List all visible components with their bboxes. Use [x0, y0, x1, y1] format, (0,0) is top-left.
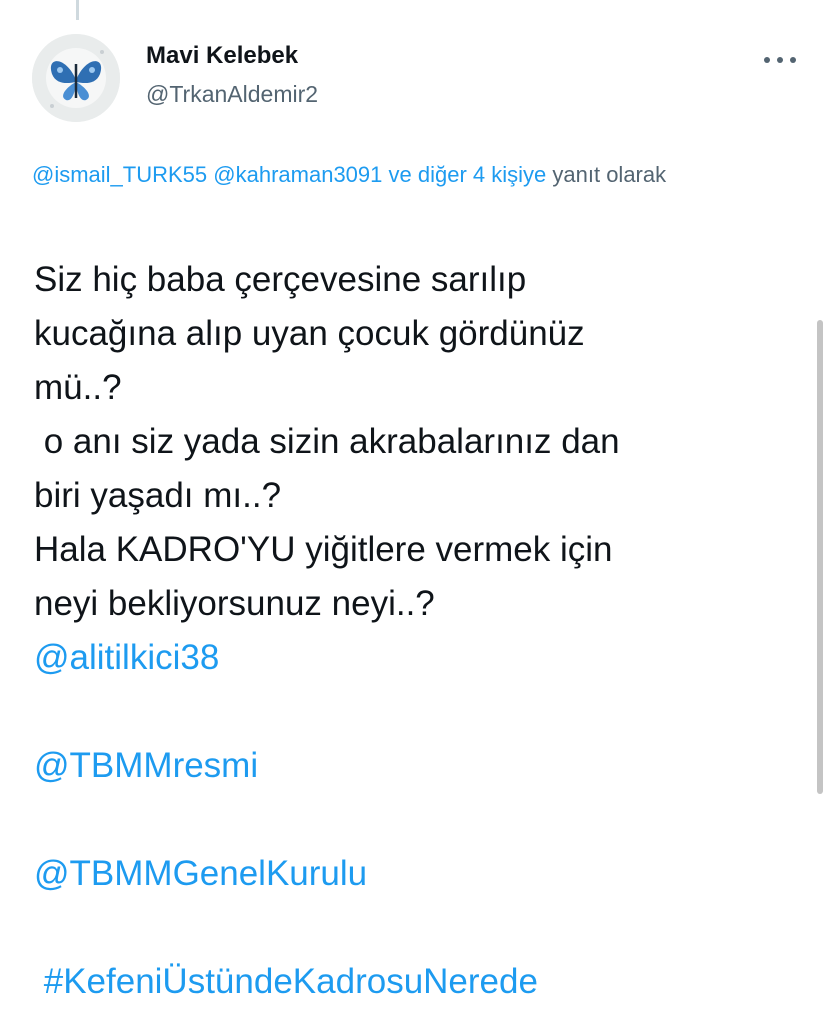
scrollbar[interactable]	[817, 320, 823, 794]
author-block: Mavi Kelebek @TrkanAldemir2	[146, 42, 318, 108]
tweet-line: Siz hiç baba çerçevesine sarılıp	[34, 260, 527, 299]
thread-connector-line	[76, 0, 79, 20]
hashtag-link[interactable]: #KefeniÜstündeKadrosuNerede	[34, 955, 814, 1009]
butterfly-icon	[32, 34, 120, 122]
tweet-line: neyi bekliyorsunuz neyi..?	[34, 584, 435, 623]
tweet-text: Siz hiç baba çerçevesine sarılıp kucağın…	[34, 253, 814, 1009]
tweet-line: o anı siz yada sizin akrabalarınız dan	[34, 422, 620, 461]
tweet-line: mü..?	[34, 368, 122, 407]
reply-mention-1[interactable]: @ismail_TURK55	[32, 162, 207, 187]
mention-link-tbmmgenelkurulu[interactable]: @TBMMGenelKurulu	[34, 847, 814, 901]
reply-mention-2[interactable]: @kahraman3091	[213, 162, 382, 187]
mention-link-tbmmresmi[interactable]: @TBMMresmi	[34, 739, 814, 793]
reply-others-link[interactable]: ve diğer 4 kişiye	[389, 162, 547, 187]
avatar[interactable]	[32, 34, 120, 122]
mention-link-alitilkici38[interactable]: @alitilkici38	[34, 631, 814, 685]
author-display-name[interactable]: Mavi Kelebek	[146, 42, 318, 70]
author-handle[interactable]: @TrkanAldemir2	[146, 80, 318, 108]
more-options-button[interactable]	[756, 42, 804, 78]
tweet-line: Hala KADRO'YU yiğitlere vermek için	[34, 530, 613, 569]
reply-context-suffix: yanıt olarak	[552, 162, 667, 187]
tweet-line: biri yaşadı mı..?	[34, 476, 282, 515]
more-horizontal-icon	[764, 57, 796, 63]
tweet-line: kucağına alıp uyan çocuk gördünüz	[34, 314, 585, 353]
reply-context: @ismail_TURK55 @kahraman3091 ve diğer 4 …	[32, 156, 792, 194]
